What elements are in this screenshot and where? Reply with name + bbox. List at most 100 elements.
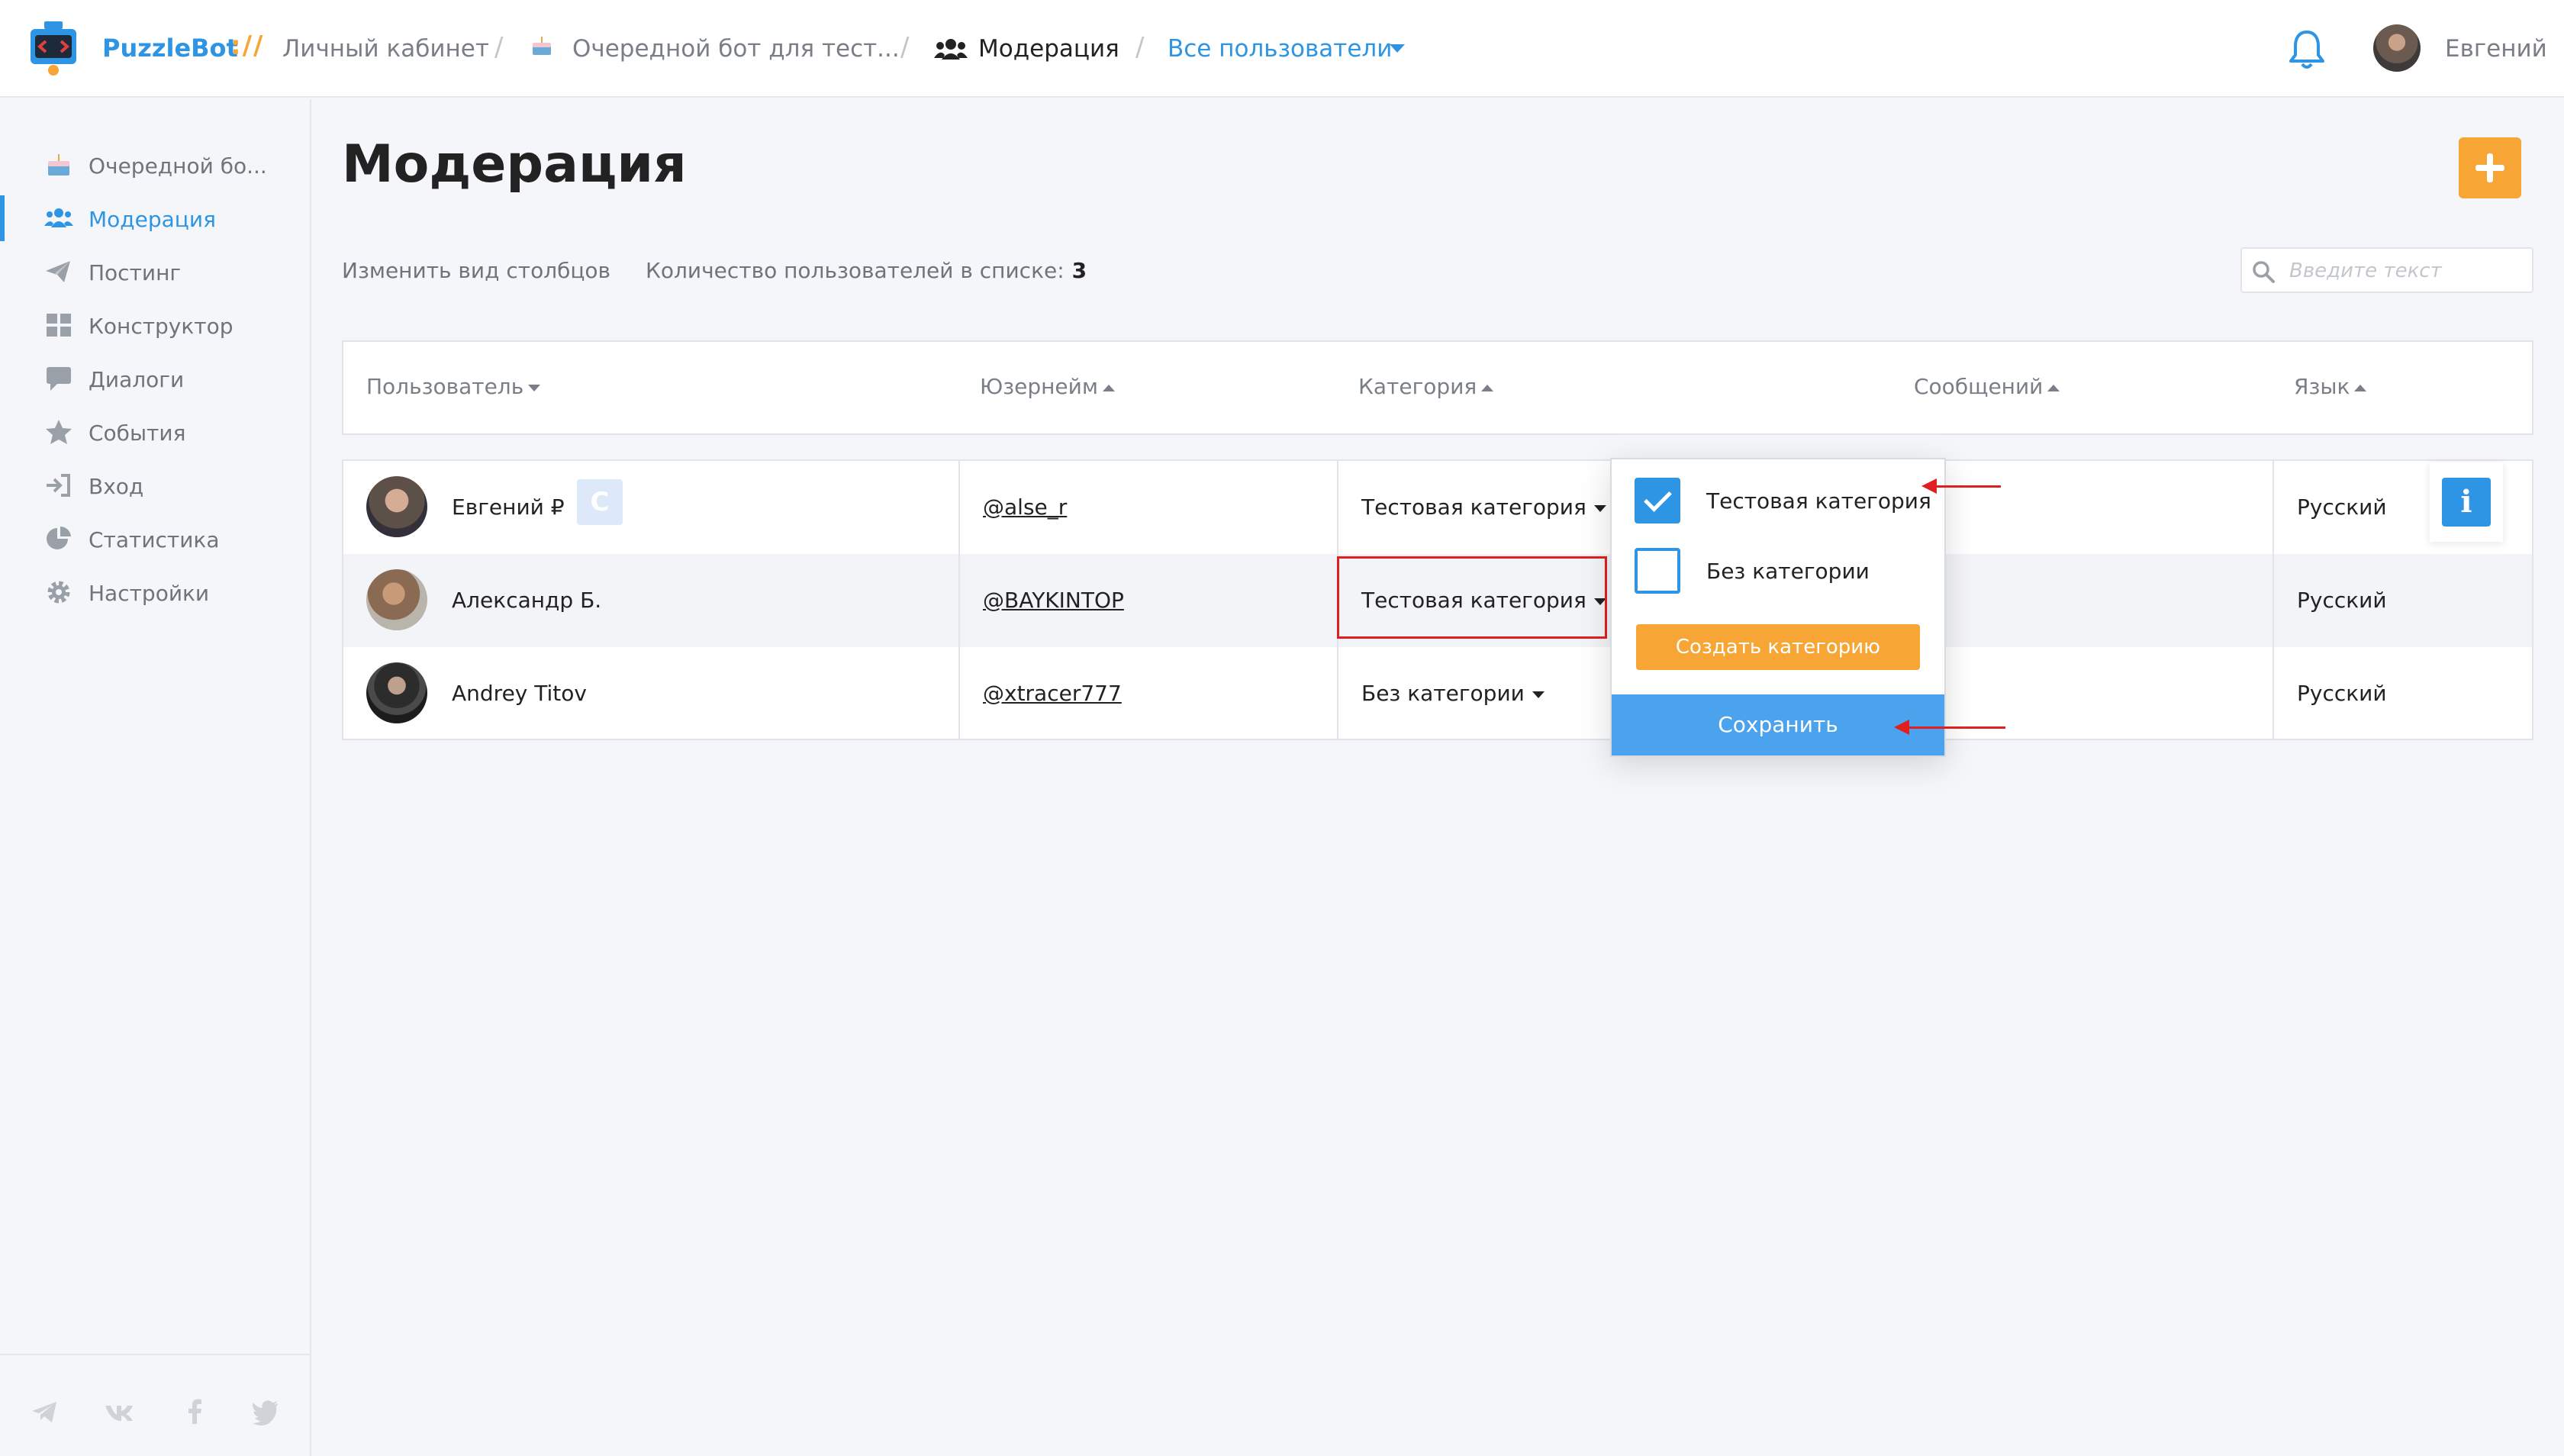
- change-columns-link[interactable]: Изменить вид столбцов: [342, 258, 610, 283]
- sort-asc-icon: [2354, 384, 2367, 391]
- active-indicator: [0, 195, 5, 241]
- username-link[interactable]: @BAYKINTOP: [983, 588, 1124, 613]
- search-icon: [2253, 261, 2275, 283]
- sidebar-item-settings[interactable]: Настройки: [0, 569, 310, 615]
- user-count: Количество пользователей в списке: 3: [646, 258, 1087, 283]
- sidebar-item-label: Постинг: [89, 260, 182, 285]
- breadcrumb-all-users-dropdown[interactable]: Все пользователи: [1168, 35, 1392, 63]
- username-link[interactable]: @xtracer777: [983, 681, 1122, 706]
- twitter-icon[interactable]: [250, 1396, 281, 1427]
- annotation-highlight-box: [1337, 556, 1607, 639]
- add-button[interactable]: [2459, 137, 2521, 198]
- language-cell: Русский: [2297, 681, 2387, 706]
- sidebar-item-label: Конструктор: [89, 314, 234, 339]
- user-name-cell[interactable]: Andrey Titov: [452, 681, 587, 706]
- paper-plane-icon: [46, 261, 70, 282]
- column-divider: [2272, 461, 2274, 739]
- chevron-down-icon[interactable]: [1390, 44, 1405, 53]
- category-option-test[interactable]: Тестовая категория: [1612, 465, 1944, 527]
- language-cell: Русский: [2297, 494, 2387, 520]
- chat-icon: [47, 367, 71, 391]
- sidebar-item-dialogs[interactable]: Диалоги: [0, 356, 310, 401]
- column-header-user[interactable]: Пользователь: [366, 374, 541, 399]
- user-name-cell[interactable]: Александр Б.: [452, 588, 601, 613]
- breadcrumb-account[interactable]: Личный кабинет: [282, 35, 489, 63]
- grid-icon: [47, 314, 71, 337]
- user-name-cell[interactable]: Евгений ₽: [452, 494, 565, 520]
- search-box[interactable]: [2240, 247, 2533, 293]
- user-avatar[interactable]: [2373, 24, 2421, 72]
- column-divider: [958, 461, 960, 739]
- facebook-icon[interactable]: [180, 1396, 211, 1427]
- sidebar-item-login[interactable]: Вход: [0, 462, 310, 508]
- username-link[interactable]: @alse_r: [983, 494, 1067, 520]
- sidebar-item-statistics[interactable]: Статистика: [0, 516, 310, 562]
- column-header-username[interactable]: Юзернейм: [980, 374, 1115, 399]
- telegram-icon[interactable]: [29, 1396, 60, 1427]
- column-header-language[interactable]: Язык: [2294, 374, 2367, 399]
- info-panel: i: [2430, 462, 2503, 542]
- sidebar-item-label: Статистика: [89, 527, 220, 552]
- checkbox-checked[interactable]: [1635, 478, 1680, 523]
- bell-icon[interactable]: [2286, 27, 2327, 70]
- cake-icon: [533, 37, 551, 55]
- sort-asc-icon: [2047, 384, 2060, 391]
- sidebar: Очередной бо... Модерация Постинг Констр…: [0, 99, 311, 1456]
- table-header: Пользователь Юзернейм Категория Сообщени…: [342, 340, 2533, 435]
- sort-asc-icon: [1102, 384, 1115, 391]
- category-option-label: Без категории: [1706, 559, 1870, 584]
- vk-icon[interactable]: [104, 1396, 134, 1427]
- avatar[interactable]: [366, 569, 427, 630]
- table-row[interactable]: Andrey Titov @xtracer777 Без категории Р…: [343, 647, 2532, 740]
- star-icon: [46, 420, 72, 444]
- column-header-messages[interactable]: Сообщений: [1914, 374, 2060, 399]
- sidebar-footer-divider: [0, 1354, 310, 1355]
- sidebar-item-label: Модерация: [89, 207, 216, 232]
- category-dropdown[interactable]: Без категории: [1361, 681, 1545, 706]
- sidebar-item-label: События: [89, 420, 186, 446]
- user-count-value: 3: [1071, 258, 1087, 283]
- sort-desc-icon: [528, 384, 541, 391]
- breadcrumb-bot[interactable]: Очередной бот для тест...: [572, 35, 900, 63]
- annotation-arrow: [1921, 478, 2001, 494]
- user-count-label: Количество пользователей в списке:: [646, 258, 1065, 283]
- table-row[interactable]: Евгений ₽ C @alse_r Тестовая категория Р…: [343, 461, 2532, 554]
- sidebar-item-label: Настройки: [89, 581, 210, 606]
- sidebar-item-label: Очередной бо...: [89, 153, 267, 179]
- page-title: Модерация: [342, 134, 687, 195]
- category-option-none[interactable]: Без категории: [1612, 536, 1944, 597]
- sidebar-item-moderation[interactable]: Модерация: [0, 195, 310, 241]
- sidebar-item-posting[interactable]: Постинг: [0, 249, 310, 295]
- cake-icon: [48, 154, 69, 176]
- sidebar-item-bot[interactable]: Очередной бо...: [0, 142, 310, 188]
- sidebar-item-events[interactable]: События: [0, 409, 310, 455]
- category-popup: Тестовая категория Без категории Создать…: [1610, 458, 1946, 757]
- info-button[interactable]: i: [2442, 478, 2491, 527]
- search-input[interactable]: [2289, 256, 2518, 285]
- gear-icon: [47, 581, 70, 604]
- create-category-button[interactable]: Создать категорию: [1636, 624, 1920, 670]
- sidebar-item-constructor[interactable]: Конструктор: [0, 302, 310, 348]
- category-dropdown[interactable]: Тестовая категория: [1361, 494, 1606, 520]
- breadcrumb-moderation[interactable]: Модерация: [978, 35, 1119, 63]
- checkbox-unchecked[interactable]: [1635, 548, 1680, 594]
- breadcrumb-separator: /: [900, 32, 910, 63]
- pie-chart-icon: [47, 526, 71, 549]
- brand-separator: ://: [230, 31, 265, 61]
- sidebar-item-label: Вход: [89, 474, 144, 499]
- brand-name[interactable]: PuzzleBot: [102, 34, 238, 63]
- top-bar: PuzzleBot :// Личный кабинет / Очередной…: [0, 0, 2564, 98]
- language-cell: Русский: [2297, 588, 2387, 613]
- caret-down-icon: [1593, 504, 1606, 512]
- column-header-category[interactable]: Категория: [1358, 374, 1494, 399]
- users-icon: [44, 208, 73, 227]
- status-badge: C: [577, 479, 623, 525]
- puzzlebot-logo-icon[interactable]: [29, 21, 78, 76]
- users-icon: [934, 39, 968, 60]
- caret-down-icon: [1532, 691, 1545, 698]
- user-name[interactable]: Евгений: [2445, 35, 2547, 63]
- breadcrumb-separator: /: [494, 32, 504, 63]
- avatar[interactable]: [366, 662, 427, 723]
- avatar[interactable]: [366, 476, 427, 537]
- annotation-arrow: [1894, 720, 2005, 735]
